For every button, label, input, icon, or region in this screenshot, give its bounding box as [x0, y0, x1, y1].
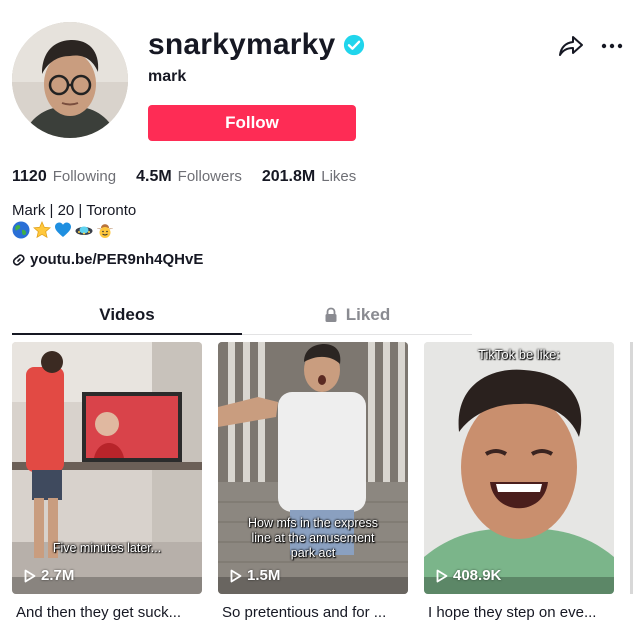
- profile-link-text: youtu.be/PER9nh4QHvE: [30, 251, 204, 268]
- video-caption[interactable]: And then they get suck...: [16, 604, 206, 621]
- video-card[interactable]: How mfs in the express line at the amuse…: [218, 342, 408, 594]
- video-thumbnail: [424, 342, 614, 594]
- following-label: Following: [52, 168, 117, 185]
- followers-stat[interactable]: 4.5M Followers: [136, 168, 242, 186]
- view-count: 2.7M: [24, 567, 74, 584]
- username-row: snarkymarky: [148, 28, 365, 62]
- more-options-icon[interactable]: [600, 34, 624, 58]
- profile-tabs: Videos Liked: [12, 298, 472, 335]
- following-count: 1120: [12, 168, 47, 185]
- share-icon[interactable]: [558, 34, 584, 58]
- link-icon: [12, 253, 25, 266]
- profile-link[interactable]: youtu.be/PER9nh4QHvE: [12, 251, 203, 268]
- following-stat[interactable]: 1120 Following: [12, 168, 116, 186]
- follow-button[interactable]: Follow: [148, 105, 356, 141]
- video-caption[interactable]: I hope they step on eve...: [428, 604, 618, 621]
- video-card[interactable]: TikTok be like: 408.9K: [424, 342, 614, 594]
- globe-emoji-icon: [12, 221, 30, 239]
- view-count-value: 408.9K: [453, 567, 502, 584]
- view-count-value: 2.7M: [41, 567, 75, 584]
- likes-stat: 201.8M Likes: [262, 168, 356, 186]
- profile-avatar[interactable]: [12, 22, 128, 138]
- video-thumbnail: [12, 342, 202, 594]
- view-count: 1.5M: [230, 567, 280, 584]
- cowboy-face-emoji-icon: [97, 224, 113, 238]
- star-emoji-icon: [33, 221, 51, 239]
- video-card[interactable]: Five minutes later... 2.7M: [12, 342, 202, 594]
- video-caption[interactable]: So pretentious and for ...: [222, 604, 412, 621]
- play-icon: [24, 569, 36, 582]
- video-overlay-text: Five minutes later...: [52, 541, 162, 555]
- video-overlay-text: TikTok be like:: [478, 347, 560, 362]
- active-tab-indicator: [12, 333, 242, 335]
- followers-label: Followers: [177, 168, 242, 185]
- play-icon: [436, 569, 448, 582]
- blue-heart-emoji-icon: [55, 222, 71, 237]
- likes-label: Likes: [321, 168, 357, 185]
- video-overlay-text: How mfs in the express line at the amuse…: [248, 516, 378, 560]
- bio-emojis: [12, 221, 114, 239]
- view-count-value: 1.5M: [247, 567, 281, 584]
- profile-bio: Mark | 20 | Toronto: [12, 202, 137, 219]
- tab-videos[interactable]: Videos: [12, 298, 242, 332]
- lock-icon: [325, 307, 337, 322]
- profile-stats: 1120 Following 4.5M Followers 201.8M Lik…: [12, 168, 376, 186]
- username: snarkymarky: [148, 28, 336, 61]
- followers-count: 4.5M: [136, 168, 172, 185]
- likes-count: 201.8M: [261, 168, 316, 185]
- tab-liked[interactable]: Liked: [242, 298, 472, 332]
- nickname: mark: [148, 68, 187, 85]
- verified-badge-icon: [344, 34, 365, 56]
- play-icon: [230, 569, 242, 582]
- ufo-emoji-icon: [75, 226, 93, 235]
- tab-videos-label: Videos: [99, 305, 155, 324]
- tab-liked-label: Liked: [345, 305, 391, 324]
- view-count: 408.9K: [436, 567, 501, 584]
